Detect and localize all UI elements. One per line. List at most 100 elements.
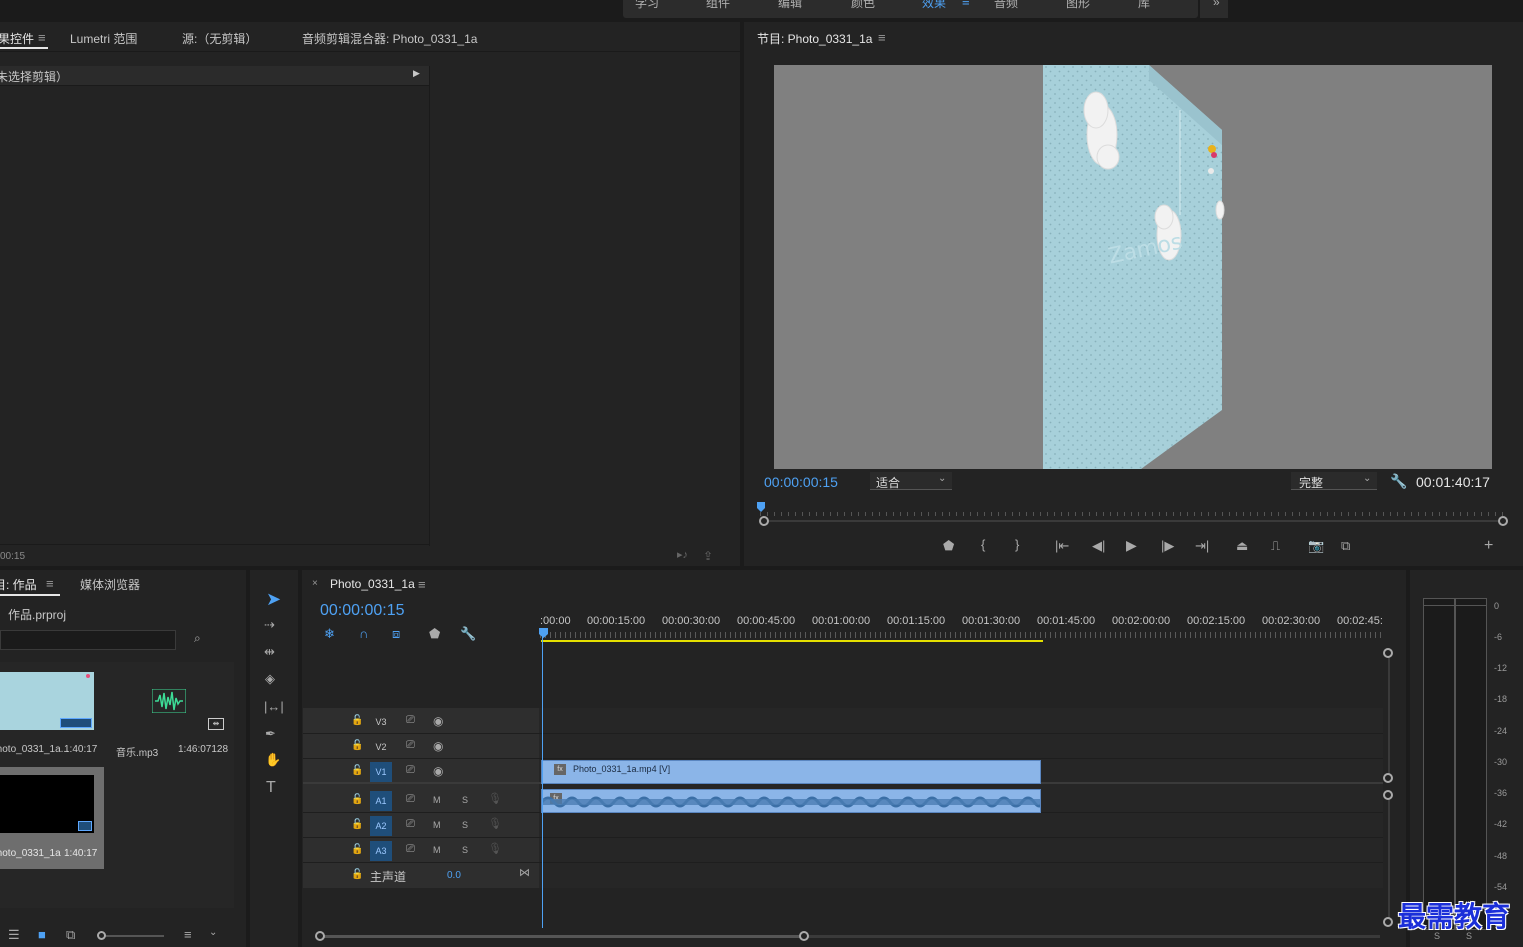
tab-project[interactable]: 目: 作品 xyxy=(0,576,37,593)
linked-selection-icon[interactable]: ⧈ xyxy=(392,627,400,640)
export-frame-camera-icon[interactable]: 📷 xyxy=(1308,539,1324,552)
extract-icon[interactable]: ⎍ xyxy=(1271,539,1280,552)
workspace-tab-color[interactable]: 颜色 xyxy=(851,0,875,11)
workspace-tab-effects[interactable]: 效果 xyxy=(922,0,946,11)
sequence-tab[interactable]: Photo_0331_1a xyxy=(330,577,415,591)
sync-lock-icon[interactable]: ⎚ xyxy=(406,715,415,726)
freeform-view-icon[interactable]: ⧉ xyxy=(66,928,75,941)
solo-button[interactable]: S xyxy=(462,846,468,855)
project-item-audio[interactable]: ⇹ xyxy=(106,672,226,730)
go-to-in-icon[interactable]: |⇤ xyxy=(1055,539,1069,552)
tab-source[interactable]: 源:（无剪辑） xyxy=(182,30,257,47)
zoom-scrollbar[interactable] xyxy=(760,520,1504,522)
tab-effect-controls[interactable]: 果控件 xyxy=(0,30,34,47)
program-monitor-title[interactable]: 节目: Photo_0331_1a xyxy=(757,30,872,47)
lock-icon[interactable]: 🔓 xyxy=(351,820,363,830)
timeline-timecode[interactable]: 00:00:00:15 xyxy=(320,602,405,620)
tab-audio-clip-mixer[interactable]: 音频剪辑混合器: Photo_0331_1a xyxy=(302,30,477,47)
step-forward-icon[interactable]: |▶ xyxy=(1161,539,1174,552)
track-label[interactable]: A3 xyxy=(370,841,392,861)
timeline-settings-wrench-icon[interactable]: 🔧 xyxy=(460,627,476,640)
sync-lock-icon[interactable]: ⎚ xyxy=(406,844,415,855)
go-to-end-icon[interactable]: ⋈ xyxy=(519,868,530,879)
program-scrub-bar[interactable] xyxy=(760,502,1508,516)
track-label[interactable]: A1 xyxy=(370,791,392,811)
quality-select[interactable]: 完整 ⌄ xyxy=(1291,472,1377,490)
workspace-menu-icon[interactable]: ≡ xyxy=(962,0,970,9)
filter-icon[interactable]: ▸♪ xyxy=(677,550,688,561)
workspace-tab-assembly[interactable]: 组件 xyxy=(706,0,730,11)
microphone-icon[interactable]: 🎙 xyxy=(488,794,502,805)
scroll-handle[interactable] xyxy=(1383,648,1393,658)
track-label[interactable]: V1 xyxy=(370,762,392,782)
settings-wrench-icon[interactable]: 🔧 xyxy=(1390,474,1407,488)
mark-in-icon[interactable]: { xyxy=(981,538,985,551)
track-label[interactable]: V3 xyxy=(370,712,392,732)
lock-icon[interactable]: 🔓 xyxy=(351,870,363,880)
scroll-handle[interactable] xyxy=(1383,773,1393,783)
track-a2[interactable]: 🔓 A2 ⎚ M S 🎙 xyxy=(303,814,1383,838)
sequence-menu-icon[interactable]: ≡ xyxy=(418,577,426,592)
project-item-video[interactable] xyxy=(0,672,94,730)
track-label[interactable]: V2 xyxy=(370,737,392,757)
sync-lock-icon[interactable]: ⎚ xyxy=(406,819,415,830)
scroll-handle[interactable] xyxy=(799,931,809,941)
track-v3[interactable]: 🔓 V3 ⎚ ◉ xyxy=(303,710,1383,734)
program-timecode[interactable]: 00:00:00:15 xyxy=(764,474,838,490)
mute-button[interactable]: M xyxy=(433,846,441,855)
mark-out-icon[interactable]: } xyxy=(1015,538,1019,551)
zoom-slider-handle[interactable] xyxy=(97,931,106,940)
lock-icon[interactable]: 🔓 xyxy=(351,795,363,805)
slip-tool-icon[interactable]: |↔| xyxy=(264,700,284,713)
vertical-scroll-video[interactable] xyxy=(1388,652,1390,780)
hand-tool-icon[interactable]: ✋ xyxy=(265,753,281,766)
lock-icon[interactable]: 🔓 xyxy=(351,766,363,776)
eye-icon[interactable]: ◉ xyxy=(433,765,443,777)
eye-icon[interactable]: ◉ xyxy=(433,740,443,752)
new-search-bin-icon[interactable]: ⌕ xyxy=(194,632,201,644)
project-search-input[interactable] xyxy=(0,630,176,650)
pen-tool-icon[interactable]: ✒ xyxy=(265,727,276,740)
video-frame[interactable]: Zamos xyxy=(774,65,1492,469)
comparison-view-icon[interactable]: ⧉ xyxy=(1341,539,1350,552)
zoom-select[interactable]: 适合 ⌄ xyxy=(870,472,952,490)
workspace-tab-audio[interactable]: 音频 xyxy=(994,0,1018,11)
sync-lock-icon[interactable]: ⎚ xyxy=(406,794,415,805)
play-icon[interactable]: ▶ xyxy=(1126,538,1137,552)
scroll-handle[interactable] xyxy=(1383,917,1393,927)
track-v2[interactable]: 🔓 V2 ⎚ ◉ xyxy=(303,735,1383,759)
workspace-tab-graphics[interactable]: 图形 xyxy=(1066,0,1090,11)
track-label[interactable]: A2 xyxy=(370,816,392,836)
horizontal-scroll-thumb[interactable] xyxy=(320,935,804,938)
lock-icon[interactable]: 🔓 xyxy=(351,716,363,726)
expand-arrow-icon[interactable]: ▶ xyxy=(413,68,420,79)
track-select-tool-icon[interactable]: ⇢ xyxy=(264,618,275,631)
go-to-out-icon[interactable]: ⇥| xyxy=(1195,539,1209,552)
microphone-icon[interactable]: 🎙 xyxy=(488,844,502,855)
track-master[interactable]: 🔓 主声道 0.0 ⋈ xyxy=(303,864,1383,888)
program-menu-icon[interactable]: ≡ xyxy=(878,30,886,45)
selection-tool-icon[interactable]: ➤ xyxy=(266,590,281,608)
video-clip[interactable]: fx Photo_0331_1a.mp4 [V] xyxy=(541,760,1041,784)
chevron-down-icon[interactable]: ⌄ xyxy=(209,928,217,938)
tab-media-browser[interactable]: 媒体浏览器 xyxy=(80,576,140,593)
export-icon[interactable]: ⇪ xyxy=(703,550,713,562)
sort-icons-icon[interactable]: ≡ xyxy=(184,928,192,941)
list-view-icon[interactable]: ☰ xyxy=(8,928,20,941)
icon-view-icon[interactable]: ■ xyxy=(38,928,46,941)
zoom-handle-left[interactable] xyxy=(759,516,769,526)
audio-clip[interactable]: fx xyxy=(541,789,1041,813)
nest-icon[interactable]: ❄ xyxy=(324,627,335,640)
track-a3[interactable]: 🔓 A3 ⎚ M S 🎙 xyxy=(303,839,1383,863)
solo-button[interactable]: S xyxy=(462,796,468,805)
lock-icon[interactable]: 🔓 xyxy=(351,741,363,751)
scroll-handle[interactable] xyxy=(1383,790,1393,800)
solo-button[interactable]: S xyxy=(462,821,468,830)
add-marker-icon[interactable]: ⬟ xyxy=(943,539,954,552)
button-editor-plus-icon[interactable]: + xyxy=(1484,538,1493,554)
eye-icon[interactable]: ◉ xyxy=(433,715,443,727)
mute-button[interactable]: M xyxy=(433,796,441,805)
more-workspaces-icon[interactable]: » xyxy=(1213,0,1220,9)
snap-magnet-icon[interactable]: ∩ xyxy=(359,627,368,640)
lock-icon[interactable]: 🔓 xyxy=(351,845,363,855)
